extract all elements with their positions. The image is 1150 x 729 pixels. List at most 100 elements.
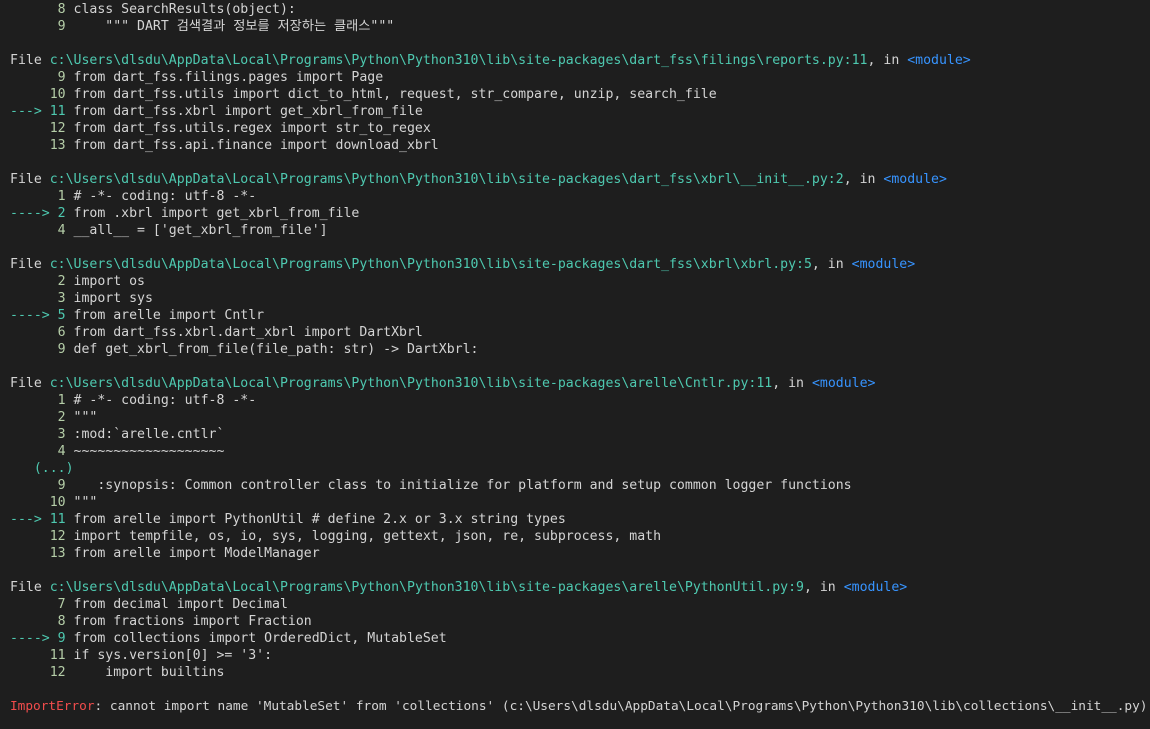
code-line: 3 :mod:`arelle.cntlr` [10, 426, 225, 443]
code-text: from collections import OrderedDict, Mut… [73, 631, 447, 646]
file-path-link[interactable]: c:\Users\dlsdu\AppData\Local\Programs\Py… [50, 53, 868, 68]
code-line: 10 from dart_fss.utils import dict_to_ht… [10, 86, 717, 103]
code-text: from .xbrl import get_xbrl_from_file [73, 206, 360, 221]
line-marker: 6 [10, 325, 66, 340]
code-text: import sys [73, 291, 153, 306]
module-name: <module> [907, 53, 971, 68]
module-name: <module> [883, 172, 947, 187]
code-text: __all__ = ['get_xbrl_from_file'] [73, 223, 328, 238]
code-line: 1 # -*- coding: utf-8 -*- [10, 188, 257, 205]
code-text: """ [73, 495, 98, 510]
code-line-current: ----> 9 from collections import OrderedD… [10, 630, 447, 647]
code-line: 9 def get_xbrl_from_file(file_path: str)… [10, 341, 479, 358]
terminal-output: 8 class SearchResults(object): 9 """ DAR… [0, 0, 1150, 729]
code-line: 6 from dart_fss.xbrl.dart_xbrl import Da… [10, 324, 423, 341]
line-marker-arrow: ----> 2 [10, 206, 66, 221]
line-marker-arrow: ----> 9 [10, 631, 66, 646]
file-path-link[interactable]: c:\Users\dlsdu\AppData\Local\Programs\Py… [50, 172, 844, 187]
code-line: 11 if sys.version[0] >= '3': [10, 647, 272, 664]
line-marker: 9 [10, 342, 66, 357]
code-text: """ DART 검색결과 정보를 저장하는 클래스""" [73, 19, 395, 34]
error-message: ImportError: cannot import name 'Mutable… [10, 698, 1147, 715]
line-marker: 9 [10, 478, 66, 493]
line-marker: 2 [10, 274, 66, 289]
code-line: 9 from dart_fss.filings.pages import Pag… [10, 69, 384, 86]
line-marker: 11 [10, 648, 66, 663]
line-marker: 10 [10, 87, 66, 102]
line-marker-arrow: ----> 5 [10, 308, 66, 323]
in-text: , in [843, 172, 876, 187]
file-label: File [10, 257, 42, 272]
code-text: from arelle import ModelManager [73, 546, 320, 561]
code-text: if sys.version[0] >= '3': [73, 648, 273, 663]
code-text: from dart_fss.xbrl.dart_xbrl import Dart… [73, 325, 423, 340]
code-line: 13 from dart_fss.api.finance import down… [10, 137, 439, 154]
code-line: 4 __all__ = ['get_xbrl_from_file'] [10, 222, 328, 239]
frame-header: File c:\Users\dlsdu\AppData\Local\Progra… [10, 256, 915, 273]
code-line: 4 ~~~~~~~~~~~~~~~~~~~ [10, 443, 225, 460]
code-line: 10 """ [10, 494, 98, 511]
code-line: 1 # -*- coding: utf-8 -*- [10, 392, 257, 409]
elided-lines: (...) [10, 460, 74, 477]
line-marker: 8 [10, 614, 66, 629]
code-line: 2 """ [10, 409, 98, 426]
code-text: def get_xbrl_from_file(file_path: str) -… [73, 342, 479, 357]
code-text: :synopsis: Common controller class to in… [73, 478, 852, 493]
frame-header: File c:\Users\dlsdu\AppData\Local\Progra… [10, 375, 875, 392]
line-marker: 12 [10, 665, 66, 680]
code-text: from arelle import Cntlr [73, 308, 265, 323]
line-marker: 4 [10, 444, 66, 459]
code-text: from dart_fss.utils.regex import str_to_… [73, 121, 431, 136]
line-marker: 13 [10, 546, 66, 561]
code-line: 9 """ DART 검색결과 정보를 저장하는 클래스""" [10, 18, 395, 35]
code-line: 9 :synopsis: Common controller class to … [10, 477, 852, 494]
line-marker: 1 [10, 189, 66, 204]
code-text: """ [73, 410, 98, 425]
module-name: <module> [851, 257, 916, 272]
in-text: , in [803, 580, 836, 595]
line-marker: 1 [10, 393, 66, 408]
code-text: from dart_fss.filings.pages import Page [73, 70, 384, 85]
file-label: File [10, 172, 42, 187]
line-marker-arrow: ---> 11 [10, 104, 66, 119]
line-marker: 13 [10, 138, 66, 153]
frame-header: File c:\Users\dlsdu\AppData\Local\Progra… [10, 579, 907, 596]
line-marker: 9 [10, 70, 66, 85]
line-marker: 4 [10, 223, 66, 238]
code-line: 7 from decimal import Decimal [10, 596, 288, 613]
code-line-current: ----> 5 from arelle import Cntlr [10, 307, 264, 324]
code-text: from fractions import Fraction [73, 614, 312, 629]
file-path-link[interactable]: c:\Users\dlsdu\AppData\Local\Programs\Py… [50, 376, 773, 391]
elision-marker: (...) [10, 461, 74, 476]
line-marker: 12 [10, 121, 66, 136]
code-line: 8 from fractions import Fraction [10, 613, 312, 630]
code-line: 3 import sys [10, 290, 153, 307]
line-marker: 8 [10, 2, 66, 17]
code-text: from dart_fss.xbrl import get_xbrl_from_… [73, 104, 423, 119]
frame-header: File c:\Users\dlsdu\AppData\Local\Progra… [10, 171, 947, 188]
line-marker: 12 [10, 529, 66, 544]
code-text: from decimal import Decimal [73, 597, 288, 612]
code-line: 12 import builtins [10, 664, 225, 681]
file-path-link[interactable]: c:\Users\dlsdu\AppData\Local\Programs\Py… [50, 580, 804, 595]
code-line: 2 import os [10, 273, 145, 290]
file-label: File [10, 53, 42, 68]
code-text: import tempfile, os, io, sys, logging, g… [73, 529, 662, 544]
code-line-current: ---> 11 from dart_fss.xbrl import get_xb… [10, 103, 423, 120]
file-path-link[interactable]: c:\Users\dlsdu\AppData\Local\Programs\Py… [50, 257, 812, 272]
code-text: # -*- coding: utf-8 -*- [73, 393, 257, 408]
line-marker-arrow: ---> 11 [10, 512, 66, 527]
code-line-current: ---> 11 from arelle import PythonUtil # … [10, 511, 566, 528]
in-text: , in [772, 376, 804, 391]
code-line: 8 class SearchResults(object): [10, 1, 296, 18]
code-text: :mod:`arelle.cntlr` [73, 427, 225, 442]
module-name: <module> [843, 580, 908, 595]
code-text: from dart_fss.api.finance import downloa… [73, 138, 439, 153]
code-text: import builtins [73, 665, 225, 680]
line-marker: 3 [10, 291, 66, 306]
code-text: class SearchResults(object): [73, 2, 296, 17]
code-text: import os [73, 274, 145, 289]
code-line: 13 from arelle import ModelManager [10, 545, 320, 562]
code-text: ~~~~~~~~~~~~~~~~~~~ [73, 444, 225, 459]
code-line: 12 from dart_fss.utils.regex import str_… [10, 120, 431, 137]
